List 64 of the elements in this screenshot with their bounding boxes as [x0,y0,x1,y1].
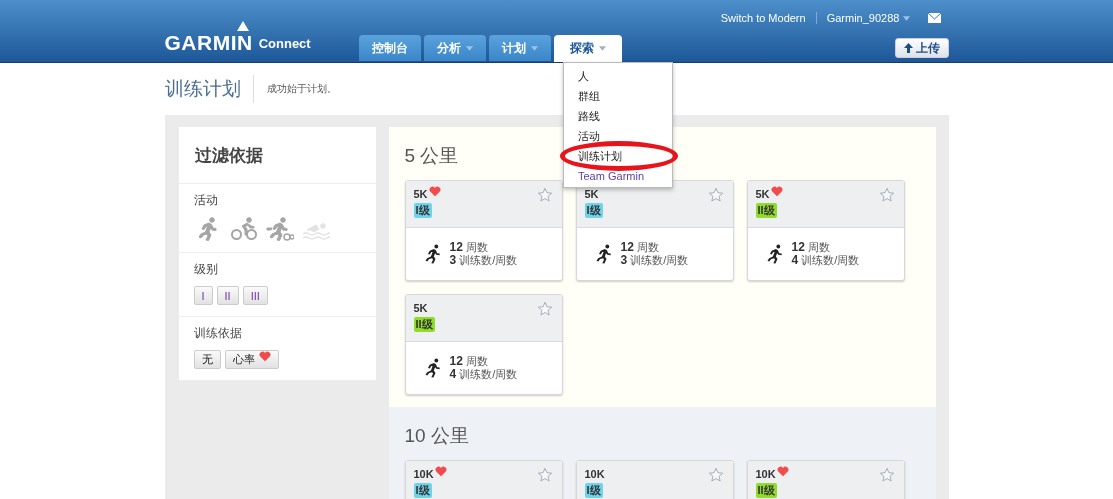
workouts-per-week: 3 训练数/周数 [620,254,689,267]
heart-icon [258,351,271,362]
caret-icon [902,15,910,21]
page-subtitle: 成功始于计划。 [266,82,337,96]
mail-icon[interactable] [927,13,941,23]
star-icon[interactable] [536,301,553,317]
level-badge: II级 [413,317,435,332]
level-badge: I级 [413,203,432,218]
filter-button[interactable]: I [193,286,213,305]
filter-button[interactable]: 心率 [224,350,279,369]
star-icon[interactable] [878,467,895,483]
plan-card[interactable]: 5K II级 12 周数 4 训练数/周数 [404,294,563,395]
product-name: Connect [258,36,311,51]
filter-button[interactable]: III [242,286,268,305]
plan-name: 10K [755,468,776,480]
level-badge: II级 [755,483,777,498]
workouts-per-week: 4 训练数/周数 [449,368,518,381]
filter-label: 级别 [193,261,219,278]
brand-logo[interactable]: GARMIN [164,21,253,54]
star-icon[interactable] [878,187,895,203]
level-badge: I级 [584,483,603,498]
switch-link[interactable]: Switch to Modern [720,12,806,24]
menu-item[interactable]: 群组 [564,86,672,106]
plan-name: 10K [584,468,605,480]
menu-item[interactable]: 人 [564,66,672,86]
triathlon-icon[interactable] [265,217,294,241]
star-icon[interactable] [707,187,724,203]
filter-title: 过滤依据 [178,127,376,184]
workouts-per-week: 4 训练数/周数 [791,254,860,267]
plan-card[interactable]: 10K I级 [575,460,734,499]
workouts-per-week: 3 训练数/周数 [449,254,518,267]
arrow-up-icon [903,43,913,53]
weeks-count: 12 周数 [620,241,660,254]
section-title: 10 公里 [404,424,469,448]
user-menu[interactable]: Garmin_90288 [826,12,900,24]
level-badge: II级 [755,203,777,218]
plan-card[interactable]: 10K II级 [746,460,905,499]
plan-card[interactable]: 5K I级 12 周数 3 训练数/周数 [404,180,563,281]
filter-button[interactable]: II [216,286,239,305]
star-icon[interactable] [707,467,724,483]
weeks-count: 12 周数 [791,241,831,254]
plan-name: 10K [413,468,434,480]
filter-button[interactable]: 无 [193,350,221,369]
plan-name: 5K [413,302,428,314]
filter-label: 训练依据 [193,325,243,342]
level-badge: I级 [413,483,432,498]
plan-card[interactable]: 5K I级 12 周数 3 训练数/周数 [575,180,734,281]
menu-item[interactable]: 路线 [564,106,672,126]
weeks-count: 12 周数 [449,241,489,254]
plan-name: 5K [413,188,428,200]
plan-name: 5K [584,188,599,200]
filter-label: 活动 [193,192,219,209]
plan-card[interactable]: 5K II级 12 周数 4 训练数/周数 [746,180,905,281]
section-title: 5 公里 [404,144,459,168]
page-title: 训练计划 [164,75,254,103]
level-badge: I级 [584,203,603,218]
plan-name: 5K [755,188,770,200]
plan-card[interactable]: 10K I级 [404,460,563,499]
star-icon[interactable] [536,187,553,203]
cyclist-icon[interactable] [229,217,258,241]
nav-tab[interactable]: 探索 [553,35,622,62]
upload-button[interactable]: 上传 [894,38,949,58]
star-icon[interactable] [536,467,553,483]
weeks-count: 12 周数 [449,355,489,368]
